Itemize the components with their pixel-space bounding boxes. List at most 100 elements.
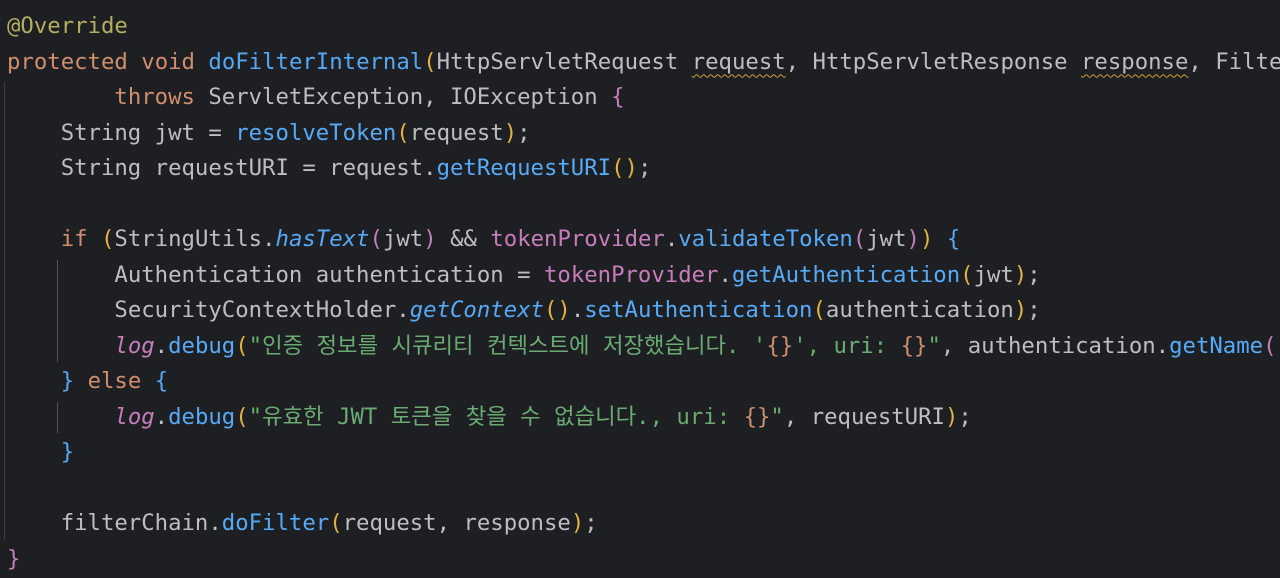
code-token: jwt: [866, 226, 907, 252]
code-token: ": [927, 332, 941, 359]
code-token: {: [611, 84, 625, 110]
code-token: , HttpServletResponse: [785, 48, 1081, 75]
code-token: getAuthentication: [731, 261, 961, 288]
code-token: ): [1013, 297, 1028, 323]
code-token: }: [60, 368, 75, 394]
code-token: request, response: [342, 510, 571, 536]
code-token: request: [409, 119, 504, 146]
code-token: response: [1081, 48, 1189, 75]
code-token: filterChain.: [60, 510, 222, 536]
code-line[interactable]: log.debug("유효한 JWT 토큰을 찾을 수 없습니다., uri: …: [114, 400, 971, 436]
code-line[interactable]: String requestURI = request.getRequestUR…: [61, 151, 652, 187]
code-token: setAuthentication: [584, 297, 813, 323]
code-token: ServletException, IOException: [194, 84, 612, 110]
code-token: tokenProvider: [543, 261, 719, 288]
code-line[interactable]: String jwt = resolveToken(request);: [61, 116, 531, 152]
code-line[interactable]: log.debug("인증 정보를 시큐리티 컨텍스트에 저장했습니다. '{}…: [114, 329, 1280, 365]
code-token: ;: [637, 155, 652, 181]
code-line[interactable]: throws ServletException, IOException {: [114, 80, 624, 116]
code-token: (: [1263, 332, 1277, 359]
code-token: ): [906, 226, 920, 252]
code-token: {}: [766, 332, 794, 359]
code-line[interactable]: @Override: [7, 9, 128, 45]
code-token: ): [570, 510, 585, 536]
code-token: .: [570, 297, 585, 323]
code-token: }: [60, 439, 75, 465]
code-token: ;: [1027, 297, 1041, 323]
code-line[interactable]: protected void doFilterInternal(HttpServ…: [7, 45, 1280, 81]
code-token: (): [611, 155, 638, 181]
code-token: (: [100, 226, 115, 252]
code-token: (: [369, 226, 383, 252]
code-token: debug: [168, 403, 236, 430]
code-token: Authentication authentication =: [114, 261, 544, 288]
code-token: ): [1277, 333, 1280, 359]
code-token: debug: [168, 332, 236, 359]
code-line[interactable]: }: [61, 435, 74, 471]
code-line[interactable]: }: [7, 542, 20, 578]
code-token: request: [691, 48, 786, 75]
code-token: (: [235, 332, 249, 359]
code-token: String jwt =: [60, 119, 236, 146]
code-token: (: [812, 297, 826, 323]
code-editor[interactable]: @Override protected void doFilterInternal…: [0, 0, 1280, 578]
code-token: (: [423, 48, 437, 75]
code-token: jwt: [382, 226, 424, 252]
code-token: (: [329, 510, 343, 536]
code-token: , requestURI: [783, 403, 945, 430]
code-token: {}: [900, 332, 928, 359]
code-token: ;: [1027, 261, 1041, 288]
code-token: authentication: [825, 297, 1014, 323]
code-token: (: [852, 226, 867, 252]
code-token: log: [114, 403, 155, 430]
code-token: ): [423, 226, 437, 252]
code-token: {: [154, 368, 169, 394]
if-block-indent-guide: [56, 259, 58, 362]
code-token: ": [770, 403, 784, 430]
code-token: String requestURI = request.: [60, 155, 437, 181]
code-line[interactable]: if (StringUtils.hasText(jwt) && tokenPro…: [61, 222, 961, 258]
code-token: protected: [7, 48, 128, 75]
code-token: .: [664, 226, 679, 252]
code-token: , authentication.: [940, 332, 1170, 359]
code-token: (: [235, 403, 249, 430]
code-line[interactable]: Authentication authentication = tokenPro…: [114, 258, 1040, 294]
code-token: else: [87, 368, 142, 394]
code-token: doFilter: [221, 510, 330, 536]
code-token: void: [141, 48, 195, 75]
code-token: if: [60, 226, 88, 252]
code-token: ;: [958, 403, 972, 430]
code-token: SecurityContextHolder.: [114, 297, 410, 323]
code-line[interactable]: filterChain.doFilter(request, response);: [61, 506, 598, 542]
code-token: hasText: [275, 226, 370, 252]
code-token: ', uri:: [793, 332, 901, 359]
code-token: HttpServletRequest: [436, 48, 692, 75]
code-token: jwt: [973, 261, 1014, 288]
code-token: StringUtils.: [114, 226, 276, 252]
code-token: getContext: [409, 297, 544, 323]
code-token: ): [503, 119, 518, 146]
code-token: , FilterChain: [1188, 48, 1280, 75]
code-line[interactable]: } else {: [61, 364, 168, 400]
code-token: tokenProvider: [490, 226, 665, 252]
code-token: ;: [517, 119, 531, 146]
code-token: ): [1013, 261, 1028, 288]
code-token: doFilterInternal: [208, 48, 424, 75]
code-line[interactable]: SecurityContextHolder.getContext ().setAu…: [114, 293, 1040, 329]
code-token: ): [944, 403, 959, 430]
code-token: ;: [584, 510, 598, 536]
code-token: {: [946, 226, 961, 252]
code-token: .: [154, 403, 169, 430]
code-token: ): [919, 226, 934, 252]
code-token: throws: [114, 84, 195, 110]
code-token: @Override: [7, 13, 128, 39]
code-token: "유효한 JWT 토큰을 찾을 수 없습니다., uri:: [248, 403, 744, 430]
code-token: }: [7, 545, 21, 572]
else-block-indent-guide: [56, 401, 58, 433]
